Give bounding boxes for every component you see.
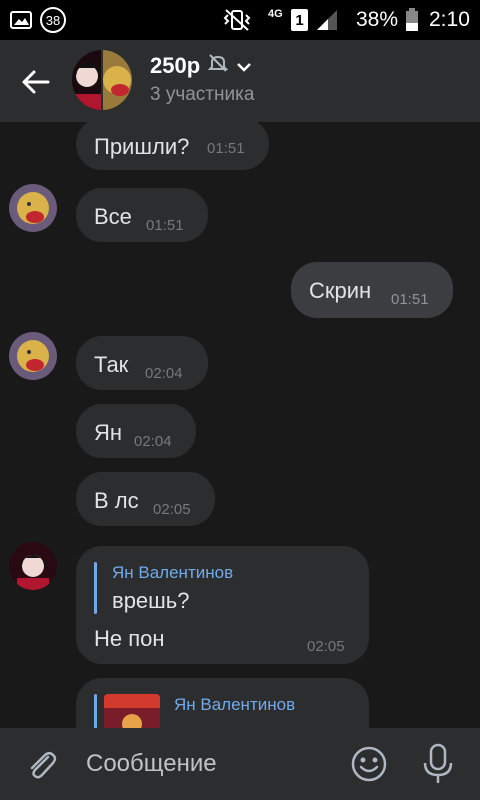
reply-bar [94, 694, 97, 728]
emoji-icon[interactable] [350, 745, 388, 788]
message-time: 01:51 [207, 140, 245, 157]
message-text: Так [94, 352, 129, 377]
message-text: Скрин [309, 278, 372, 303]
chat-avatar[interactable] [72, 50, 132, 110]
message-composer: Сообщение [0, 728, 480, 800]
chat-subtitle: 3 участника [150, 84, 255, 105]
sender-avatar[interactable] [9, 332, 57, 380]
message-time: 01:51 [391, 291, 429, 308]
message-time: 02:04 [134, 433, 172, 450]
message-text: Ян [94, 420, 123, 445]
chat-title: 250р [150, 53, 201, 78]
vibrate-icon [222, 0, 252, 40]
signal-icon [316, 0, 338, 40]
reply-thumbnail[interactable] [104, 694, 160, 728]
message-time: 02:05 [307, 638, 345, 655]
attach-icon[interactable] [24, 748, 60, 789]
message-bubble[interactable]: В лс 02:05 [76, 472, 215, 526]
message-text: В лс [94, 488, 139, 513]
muted-icon [207, 53, 229, 79]
sender-avatar[interactable] [9, 542, 57, 590]
message-bubble[interactable]: Все 01:51 [76, 188, 208, 242]
network-4g-icon: 4G [268, 8, 283, 20]
chat-title-row[interactable]: 250р [150, 53, 252, 79]
status-bar: 38 4G 1 38% 2:10 [0, 0, 480, 40]
reply-author[interactable]: Ян Валентинов [112, 563, 233, 583]
gallery-icon [10, 0, 32, 40]
message-time: 01:51 [146, 217, 184, 234]
battery-icon [405, 0, 419, 40]
sim-icon: 1 [291, 0, 308, 40]
message-time: 02:05 [153, 501, 191, 518]
message-text: Все [94, 204, 132, 229]
message-bubble[interactable]: Ян 02:04 [76, 404, 196, 458]
sim-slot: 1 [291, 9, 308, 31]
reply-bar [94, 562, 97, 614]
message-bubble[interactable]: Так 02:04 [76, 336, 208, 390]
message-time: 02:04 [145, 365, 183, 382]
message-bubble[interactable]: Пришли? 01:51 [76, 122, 269, 170]
battery-percent: 38% [356, 8, 399, 31]
message-bubble-outgoing[interactable]: Скрин 01:51 [291, 262, 453, 318]
notification-badge-icon: 38 [40, 0, 66, 40]
message-text: Не пон [94, 626, 165, 651]
chat-header: 250р 3 участника [0, 40, 480, 122]
reply-text: врешь? [112, 588, 190, 613]
message-text: Пришли? [94, 134, 190, 159]
clock: 2:10 [429, 8, 470, 31]
microphone-icon[interactable] [420, 743, 456, 790]
message-input[interactable]: Сообщение [86, 750, 217, 778]
message-list[interactable]: Пришли? 01:51 Все 01:51 Скрин 01:51 Так … [0, 122, 480, 728]
notification-count: 38 [40, 7, 66, 33]
back-arrow-icon[interactable] [18, 64, 54, 100]
sender-avatar[interactable] [9, 184, 57, 232]
message-bubble-reply[interactable]: Ян Валентинов [76, 678, 369, 728]
message-bubble-reply[interactable]: Ян Валентинов врешь? Не пон 02:05 [76, 546, 369, 664]
reply-author[interactable]: Ян Валентинов [174, 695, 295, 715]
chevron-down-icon [236, 53, 252, 79]
